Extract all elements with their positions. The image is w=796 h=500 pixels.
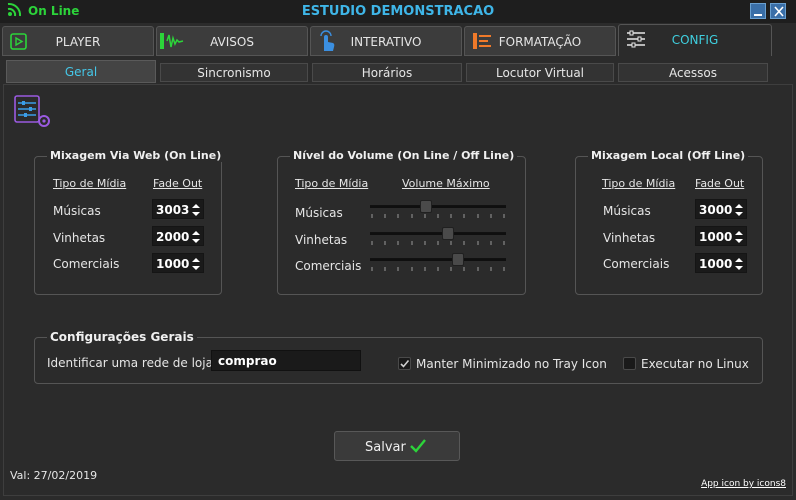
general-settings-group: Configurações Gerais Identificar uma red…	[34, 330, 763, 384]
volume-slider[interactable]	[370, 227, 506, 247]
config-panel: Mixagem Via Web (On Line) Tipo de Mídia …	[3, 84, 793, 496]
web-mix-col-fade: Fade Out	[153, 177, 203, 190]
validity-date: Val: 27/02/2019	[10, 469, 98, 482]
local-mix-group: Mixagem Local (Off Line) Tipo de Mídia F…	[575, 149, 763, 295]
web-mix-fade-spinner[interactable]: 2000	[152, 226, 204, 246]
spinner-arrows-icon[interactable]	[734, 256, 744, 272]
spinner-arrows-icon[interactable]	[191, 229, 201, 245]
local-mix-col-fade: Fade Out	[695, 177, 745, 190]
store-network-label: Identificar uma rede de lojas:	[47, 356, 224, 370]
tab-formatacao-label: FORMATAÇÃO	[498, 35, 582, 49]
slider-track[interactable]	[370, 232, 506, 235]
slider-track[interactable]	[370, 205, 506, 208]
spinner-value: 1000	[699, 230, 733, 244]
tab-player[interactable]: PLAYER	[2, 26, 154, 56]
minimize-icon	[754, 14, 762, 16]
tab-config-label: CONFIG	[671, 33, 719, 47]
web-mix-row-label: Comerciais	[53, 257, 120, 271]
tab-formatacao[interactable]: FORMATAÇÃO	[464, 26, 616, 56]
tab-interativo[interactable]: INTERATIVO	[310, 26, 462, 56]
slider-ticks	[371, 241, 505, 245]
slider-ticks	[371, 267, 505, 271]
local-mix-fade-spinner[interactable]: 3000	[695, 199, 747, 219]
minimize-button[interactable]	[750, 3, 766, 19]
tab-interativo-label: INTERATIVO	[350, 35, 422, 49]
icons8-credit-link[interactable]: App icon by icons8	[701, 479, 786, 489]
volume-row-label: Comerciais	[295, 259, 362, 273]
slider-ticks	[371, 214, 505, 218]
tray-minimize-label[interactable]: Manter Minimizado no Tray Icon	[416, 357, 607, 371]
web-mix-row-label: Músicas	[53, 204, 101, 218]
tab-avisos-label: AVISOS	[210, 35, 254, 49]
web-mix-group: Mixagem Via Web (On Line) Tipo de Mídia …	[34, 149, 225, 295]
save-button[interactable]: Salvar	[334, 431, 460, 461]
tab-player-label: PLAYER	[55, 35, 101, 49]
subtab-sincronismo[interactable]: Sincronismo	[160, 63, 308, 82]
tab-avisos[interactable]: AVISOS	[156, 26, 308, 56]
close-icon	[774, 6, 784, 17]
slider-track[interactable]	[370, 258, 506, 261]
volume-col-media: Tipo de Mídia	[295, 177, 369, 190]
local-mix-row-label: Comerciais	[603, 257, 670, 271]
sub-tabs: Geral Sincronismo Horários Locutor Virtu…	[0, 58, 796, 84]
local-mix-title: Mixagem Local (Off Line)	[588, 149, 749, 162]
spinner-value: 3000	[699, 203, 733, 217]
volume-slider[interactable]	[370, 200, 506, 220]
spinner-value: 1000	[156, 257, 190, 271]
local-mix-fade-spinner[interactable]: 1000	[695, 226, 747, 246]
general-settings-title: Configurações Gerais	[47, 330, 197, 344]
local-mix-row-label: Vinhetas	[603, 231, 656, 245]
web-mix-row-label: Vinhetas	[53, 231, 106, 245]
close-button[interactable]	[770, 3, 786, 19]
main-tabs: PLAYER AVISOS INTERATIVO FORMATAÇÃO CONF…	[0, 24, 796, 56]
slider-thumb[interactable]	[452, 253, 464, 266]
tray-minimize-checkbox[interactable]	[398, 357, 411, 370]
settings-icon	[14, 95, 50, 127]
spinner-arrows-icon[interactable]	[734, 202, 744, 218]
volume-col-max: Volume Máximo	[402, 177, 490, 190]
volume-slider[interactable]	[370, 253, 506, 273]
slider-thumb[interactable]	[420, 200, 432, 213]
subtab-horarios-label: Horários	[361, 66, 413, 80]
local-mix-row-label: Músicas	[603, 204, 651, 218]
checkmark-icon	[410, 439, 426, 453]
volume-group: Nível do Volume (On Line / Off Line) Tip…	[277, 149, 526, 295]
volume-row-label: Vinhetas	[295, 233, 348, 247]
check-icon	[400, 359, 410, 368]
subtab-acessos-label: Acessos	[668, 66, 718, 80]
web-mix-col-media: Tipo de Mídia	[53, 177, 127, 190]
subtab-locutor-virtual[interactable]: Locutor Virtual	[466, 63, 614, 82]
spinner-arrows-icon[interactable]	[191, 202, 201, 218]
subtab-geral-label: Geral	[64, 65, 98, 79]
store-network-value: comprao	[218, 354, 277, 368]
web-mix-fade-spinner[interactable]: 3003	[152, 199, 204, 219]
subtab-locutor-virtual-label: Locutor Virtual	[495, 66, 585, 80]
spinner-value: 2000	[156, 230, 190, 244]
web-mix-fade-spinner[interactable]: 1000	[152, 253, 204, 273]
spinner-arrows-icon[interactable]	[734, 229, 744, 245]
spinner-value: 3003	[156, 203, 190, 217]
store-network-input[interactable]: comprao	[211, 350, 361, 371]
subtab-sincronismo-label: Sincronismo	[197, 66, 271, 80]
tab-config[interactable]: CONFIG	[618, 24, 772, 56]
volume-title: Nível do Volume (On Line / Off Line)	[290, 149, 518, 162]
local-mix-col-media: Tipo de Mídia	[602, 177, 676, 190]
slider-thumb[interactable]	[442, 227, 454, 240]
volume-row-label: Músicas	[295, 206, 343, 220]
web-mix-title: Mixagem Via Web (On Line)	[47, 149, 225, 162]
subtab-horarios[interactable]: Horários	[312, 63, 462, 82]
subtab-geral[interactable]: Geral	[6, 60, 156, 83]
local-mix-fade-spinner[interactable]: 1000	[695, 253, 747, 273]
subtab-acessos[interactable]: Acessos	[618, 63, 768, 82]
spinner-value: 1000	[699, 257, 733, 271]
run-linux-checkbox[interactable]	[623, 357, 636, 370]
spinner-arrows-icon[interactable]	[191, 256, 201, 272]
title-bar: On Line ESTUDIO DEMONSTRACAO	[0, 0, 796, 23]
window-title: ESTUDIO DEMONSTRACAO	[301, 4, 495, 19]
run-linux-label[interactable]: Executar no Linux	[641, 357, 749, 371]
save-button-label: Salvar	[365, 440, 406, 455]
